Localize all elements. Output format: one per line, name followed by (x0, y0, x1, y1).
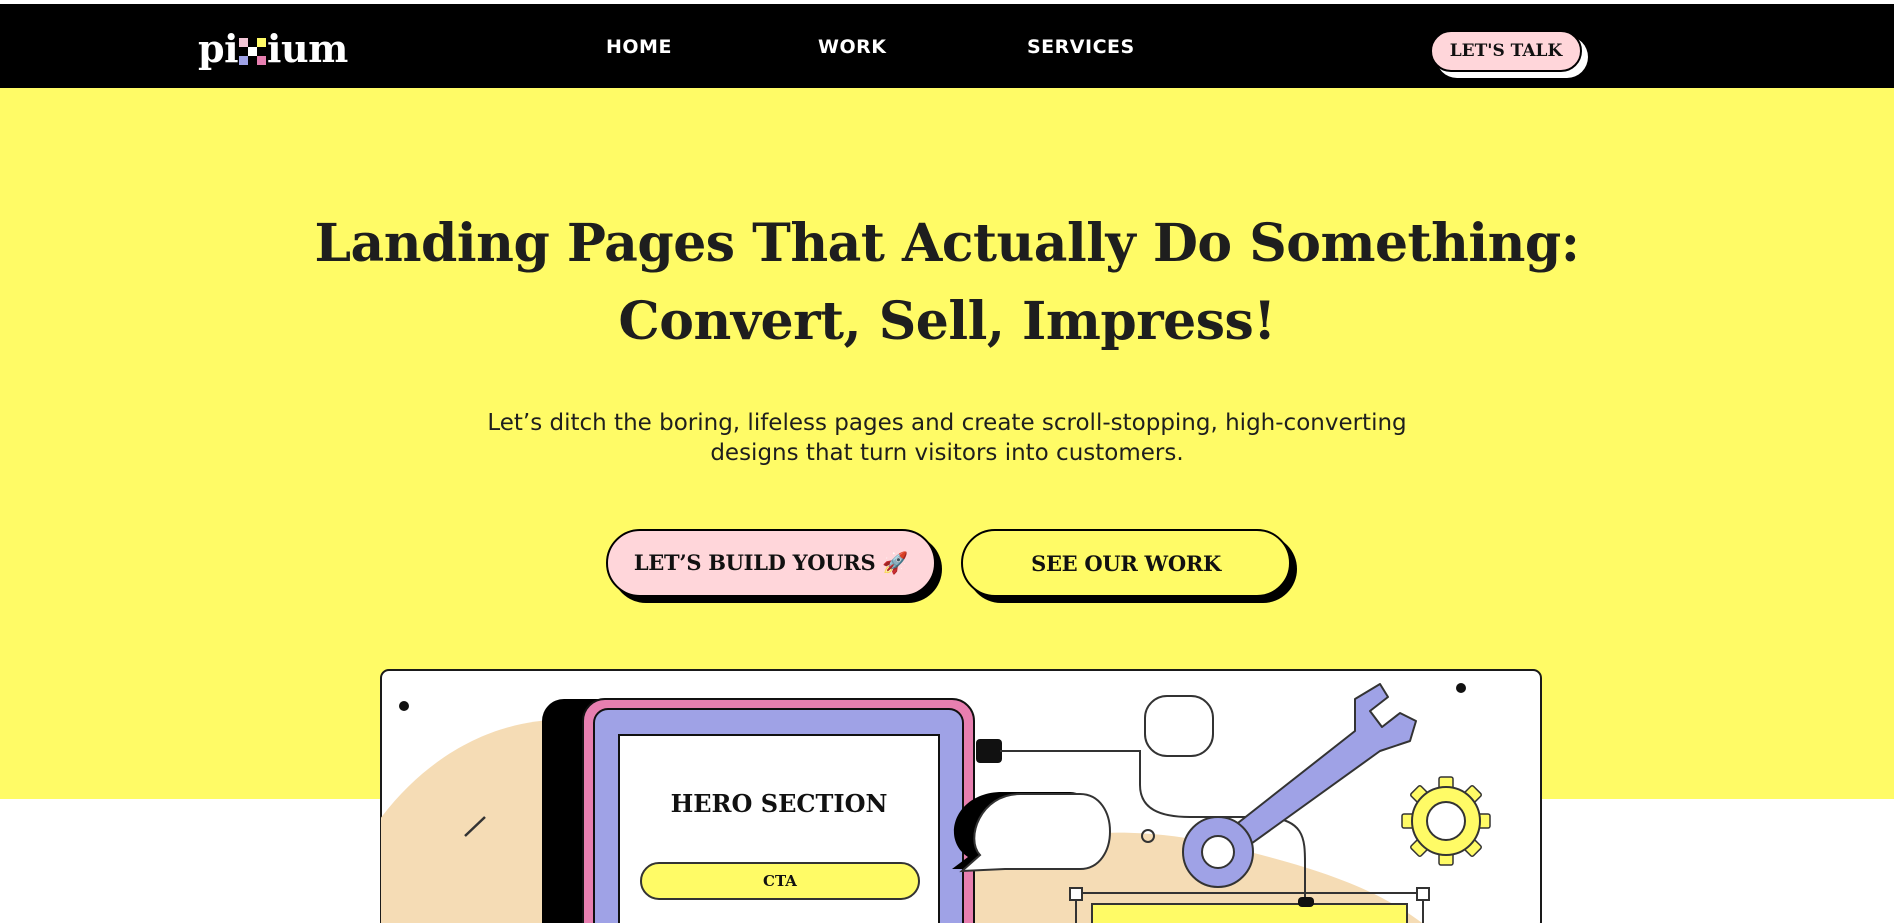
headline-line-2: Convert, Sell, Impress! (618, 291, 1276, 352)
nav-link-home[interactable]: HOME (606, 36, 672, 58)
selection-handle (1416, 887, 1430, 901)
build-yours-button[interactable]: LET’S BUILD YOURS 🚀 (606, 529, 936, 597)
nav-link-services[interactable]: SERVICES (1027, 36, 1135, 58)
subline-line-1: Let’s ditch the boring, lifeless pages a… (487, 410, 1407, 436)
screen-cta-pill: CTA (640, 862, 920, 900)
hero-subheadline: Let’s ditch the boring, lifeless pages a… (397, 408, 1497, 468)
device-button (976, 739, 1002, 763)
illustration-canvas (380, 669, 1542, 923)
nav-link-work[interactable]: WORK (818, 36, 886, 58)
gear-icon (1401, 776, 1491, 866)
navbar: pi ium HOME WORK SERVICES LET'S TALK (0, 4, 1894, 88)
hero-headline: Landing Pages That Actually Do Something… (0, 205, 1894, 361)
logo[interactable]: pi ium (198, 25, 348, 71)
subline-line-2: designs that turn visitors into customer… (710, 440, 1184, 466)
see-our-work-button[interactable]: SEE OUR WORK (961, 529, 1291, 597)
selection-handle (1069, 887, 1083, 901)
dot (1456, 683, 1466, 693)
hero-illustration: HERO SECTION CTA (380, 669, 1544, 923)
logo-text-start: pi (198, 25, 239, 71)
screen-hero-label: HERO SECTION (670, 789, 888, 818)
cable-plug (1298, 897, 1314, 907)
headline-line-1: Landing Pages That Actually Do Something… (314, 213, 1580, 274)
lets-talk-button[interactable]: LET'S TALK (1430, 30, 1582, 72)
logo-text-end: ium (267, 25, 348, 71)
dot (399, 701, 409, 711)
pixel-x-icon (239, 37, 267, 65)
selection-fill (1091, 903, 1408, 923)
